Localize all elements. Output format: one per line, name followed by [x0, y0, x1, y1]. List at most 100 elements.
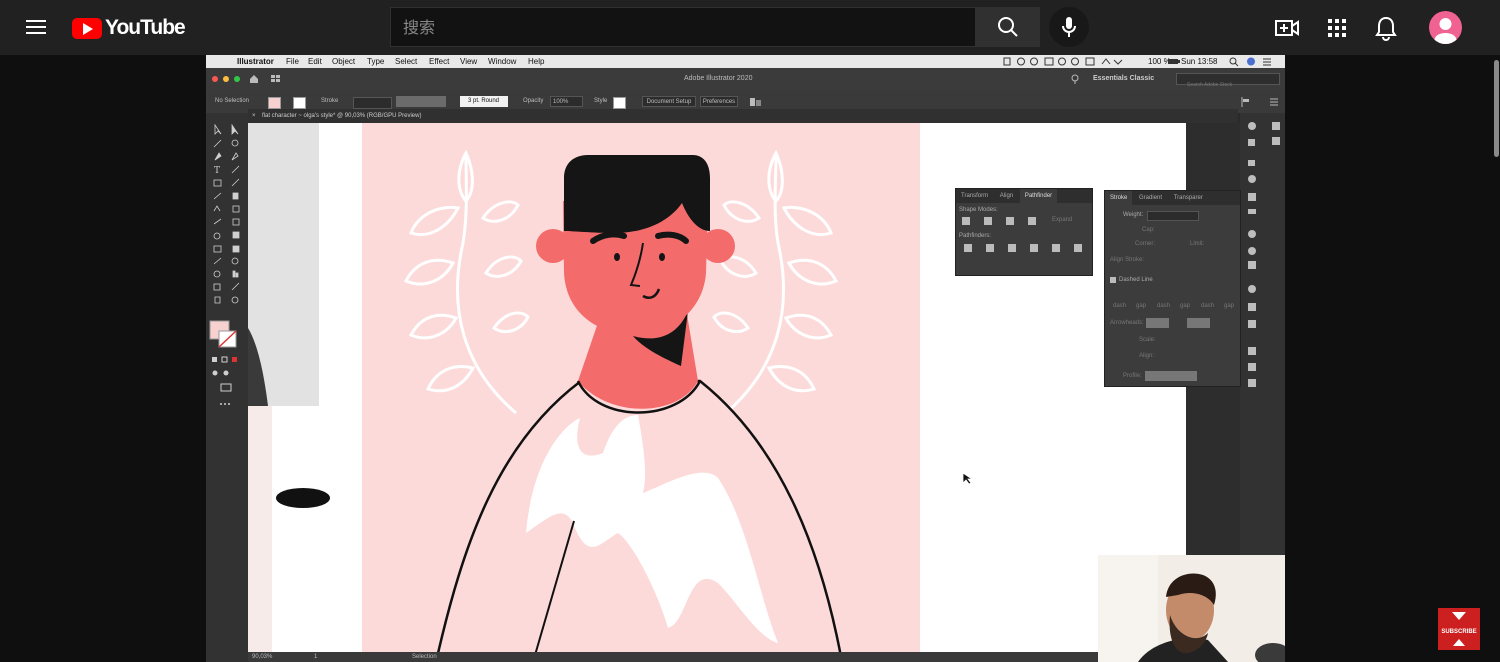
- stroke-panel-tabs: Stroke Gradient Transparer: [1105, 191, 1240, 205]
- document-tab-bar: × flat character ~ olga's style* @ 90,03…: [248, 109, 1238, 123]
- align-to-icon[interactable]: [1240, 96, 1252, 108]
- preferences-button[interactable]: Preferences: [700, 96, 738, 107]
- search-icon: [998, 17, 1018, 37]
- illustrator-titlebar: Adobe Illustrator 2020 Essentials Classi…: [206, 68, 1285, 90]
- tool-icons[interactable]: T: [206, 123, 248, 413]
- pathfinder-tabs: Transform Align Pathfinder: [956, 189, 1092, 203]
- profile-label: Profile:: [1123, 373, 1142, 379]
- voice-search-button[interactable]: [1049, 7, 1089, 47]
- apps-grid-icon: [1328, 19, 1346, 37]
- search-input[interactable]: [391, 8, 975, 46]
- current-tool: Selection: [412, 654, 437, 660]
- menu-object: Object: [332, 57, 356, 66]
- document-setup-button[interactable]: Document Setup: [642, 96, 696, 107]
- variable-width-profile[interactable]: [396, 96, 446, 107]
- search-button[interactable]: [975, 7, 1040, 47]
- account-avatar[interactable]: [1429, 11, 1462, 44]
- tab-gradient[interactable]: Gradient: [1134, 191, 1167, 205]
- arrange-documents-icon[interactable]: [270, 73, 286, 85]
- page-scrollbar[interactable]: [1494, 60, 1499, 157]
- document-tab-title[interactable]: flat character ~ olga's style* @ 90,03% …: [262, 109, 421, 123]
- fill-swatch[interactable]: [268, 97, 281, 109]
- status-icons: [1003, 57, 1123, 66]
- tab-pathfinder[interactable]: Pathfinder: [1019, 189, 1058, 203]
- dock-icons[interactable]: [1240, 113, 1285, 393]
- graphic-style-swatch[interactable]: [613, 97, 626, 109]
- close-tab-icon[interactable]: ×: [252, 109, 256, 123]
- stroke-weight-field[interactable]: [353, 97, 392, 109]
- video-player[interactable]: Illustrator File Edit Object Type Select…: [206, 55, 1285, 662]
- notifications-bell-icon: [1375, 16, 1397, 41]
- subscribe-button[interactable]: SUBSCRIBE: [1438, 608, 1480, 650]
- scale-label: Scale:: [1139, 337, 1156, 343]
- shape-modes-label: Shape Modes:: [959, 207, 998, 213]
- tab-transparency[interactable]: Transparer: [1169, 191, 1208, 205]
- window-close-button[interactable]: [212, 76, 218, 82]
- apps-button[interactable]: [1324, 15, 1350, 41]
- window-minimize-button[interactable]: [223, 76, 229, 82]
- tab-align[interactable]: Align: [995, 189, 1018, 203]
- arrowhead-end-select[interactable]: [1187, 318, 1210, 328]
- align-label: Align:: [1139, 353, 1155, 359]
- dash-label-3: dash: [1201, 303, 1215, 309]
- workspace-switcher[interactable]: Essentials Classic: [1093, 68, 1154, 90]
- opacity-field[interactable]: 100%: [550, 96, 583, 107]
- lightbulb-icon[interactable]: [1070, 73, 1080, 85]
- weight-label: Weight:: [1123, 212, 1144, 218]
- youtube-logo[interactable]: YouTube: [72, 15, 186, 41]
- stroke-panel: Stroke Gradient Transparer Weight: Cap: …: [1104, 190, 1241, 387]
- pathfinder-panel: Transform Align Pathfinder Shape Modes: …: [955, 188, 1093, 276]
- youtube-play-icon: [72, 17, 102, 39]
- menu-window: Window: [488, 57, 517, 66]
- stroke-swatch[interactable]: [293, 97, 306, 109]
- gap-label-1: gap: [1136, 303, 1147, 309]
- weight-field[interactable]: [1147, 211, 1199, 221]
- menu-select: Select: [395, 57, 418, 66]
- cap-label: Cap:: [1142, 227, 1155, 233]
- create-video-icon: [1275, 20, 1299, 36]
- menu-icon[interactable]: [26, 17, 46, 37]
- stock-search-input[interactable]: [1177, 80, 1279, 90]
- tab-transform[interactable]: Transform: [956, 189, 993, 203]
- menubar-clock: Sun 13:58: [1181, 57, 1218, 66]
- svg-text:T: T: [214, 166, 220, 176]
- profile-select[interactable]: [1145, 371, 1197, 381]
- arrowheads-label: Arrowheads:: [1110, 320, 1144, 326]
- home-icon[interactable]: [248, 73, 260, 85]
- tab-stroke[interactable]: Stroke: [1105, 191, 1133, 205]
- menu-help: Help: [528, 57, 545, 66]
- window-zoom-button[interactable]: [234, 76, 240, 82]
- brush-definition[interactable]: 3 pt. Round: [460, 96, 508, 107]
- corner-label: Corner:: [1135, 241, 1156, 247]
- battery-icon: [1168, 59, 1180, 64]
- selection-status: No Selection: [215, 98, 250, 104]
- gap-label-2: gap: [1180, 303, 1191, 309]
- menu-effect: Effect: [429, 57, 450, 66]
- artboard-number[interactable]: 1: [314, 652, 317, 662]
- subscribe-arrow-up-icon: [1453, 639, 1465, 646]
- notifications-button[interactable]: [1373, 15, 1399, 41]
- align-stroke-label: Align Stroke:: [1110, 257, 1145, 263]
- notification-center-icon: [1263, 58, 1271, 66]
- subscribe-label: SUBSCRIBE: [1441, 629, 1477, 635]
- create-video-button[interactable]: [1274, 15, 1300, 41]
- menu-view: View: [460, 57, 478, 66]
- menu-edit: Edit: [308, 57, 322, 66]
- youtube-header: YouTube: [0, 0, 1500, 55]
- gap-label-3: gap: [1224, 303, 1235, 309]
- pathfinder-icons[interactable]: [960, 242, 1090, 254]
- expand-button[interactable]: Expand: [1052, 217, 1072, 223]
- shape-mode-icons[interactable]: [960, 215, 1050, 227]
- presenter-webcam: [1098, 555, 1285, 662]
- account-avatar-icon: [1434, 18, 1457, 44]
- panel-menu-icon[interactable]: [1268, 96, 1280, 108]
- dashed-line-checkbox[interactable]: [1110, 277, 1116, 283]
- arrowhead-start-select[interactable]: [1146, 318, 1169, 328]
- zoom-level[interactable]: 90,03%: [252, 652, 272, 662]
- dashed-line-label: Dashed Line: [1119, 277, 1153, 283]
- dash-label-1: dash: [1113, 303, 1127, 309]
- status-bar: 90,03% 1 Selection: [248, 652, 1098, 662]
- stock-search-box: [1176, 73, 1280, 90]
- arrange-icon[interactable]: [749, 96, 763, 108]
- tools-panel: T: [206, 113, 248, 662]
